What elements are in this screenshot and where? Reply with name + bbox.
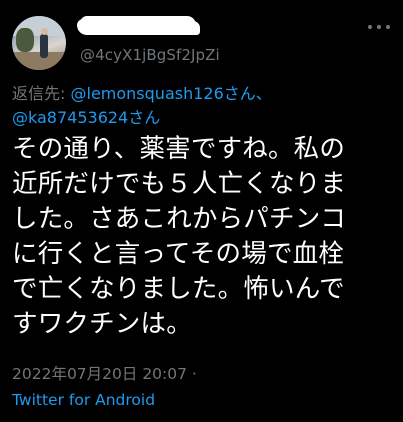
tweet-line: した。さあこれからパチンコ [12, 204, 347, 234]
user-handle[interactable]: @4cyX1jBgSf2JpZi [80, 46, 220, 64]
reply-line-1: 返信先: @lemonsquash126さん、 [12, 82, 392, 106]
dot [386, 25, 390, 29]
tweet-text: その通り、薬害ですね。私の 近所だけでも５人亡くなりま した。さあこれからパチン… [12, 132, 396, 342]
mention-link[interactable]: @ka87453624さん [12, 108, 160, 127]
tweet-line: に行くと言ってその場で血栓 [12, 239, 345, 269]
dot [368, 25, 372, 29]
mention-link[interactable]: @lemonsquash126さん、 [71, 84, 272, 103]
reply-context: 返信先: @lemonsquash126さん、 @ka87453624さん [12, 82, 392, 130]
tweet-source-link[interactable]: Twitter for Android [12, 391, 155, 409]
tweet-line: すワクチンは。 [12, 309, 192, 339]
tweet-line: で亡くなりました。怖いんで [12, 274, 345, 304]
reply-line-2: @ka87453624さん [12, 106, 392, 130]
tweet-line: 近所だけでも５人亡くなりま [12, 169, 347, 199]
more-options-icon[interactable] [368, 20, 390, 34]
tweet-line: その通り、薬害ですね。私の [12, 134, 346, 164]
tweet-timestamp[interactable]: 2022年07月20日 20:07 · [12, 362, 197, 384]
display-name-redacted [80, 16, 196, 34]
tweet-header: @4cyX1jBgSf2JpZi [12, 14, 392, 74]
dot [377, 25, 381, 29]
avatar-ground [12, 52, 66, 70]
avatar[interactable] [12, 16, 66, 70]
avatar-figure [40, 34, 48, 58]
avatar-head [41, 28, 48, 35]
avatar-tree [16, 28, 34, 52]
reply-prefix: 返信先: [12, 84, 66, 103]
